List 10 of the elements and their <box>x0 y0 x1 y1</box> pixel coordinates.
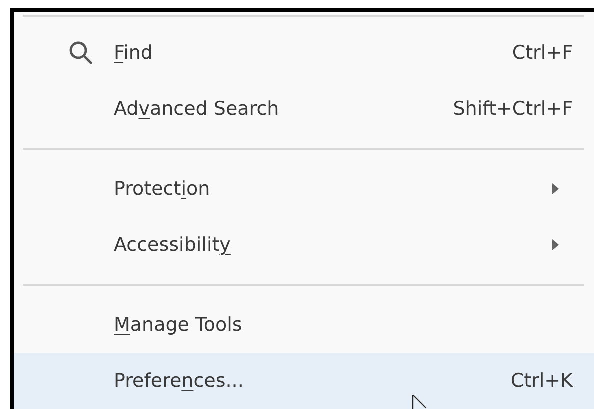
submenu-arrow-icon <box>552 239 559 251</box>
menu-item[interactable]: Protection <box>14 161 594 217</box>
menu-item[interactable]: Manage Tools <box>14 297 594 353</box>
submenu-arrow-icon <box>552 183 559 195</box>
menu-item[interactable]: Preferences... Ctrl+K <box>14 353 594 409</box>
menu-item[interactable]: Find Ctrl+F <box>14 25 594 81</box>
menu-item[interactable]: Accessibility <box>14 217 594 273</box>
menu-item[interactable]: Advanced Search Shift+Ctrl+F <box>14 81 594 137</box>
mouse-pointer-icon <box>412 395 428 409</box>
search-icon <box>69 41 93 65</box>
